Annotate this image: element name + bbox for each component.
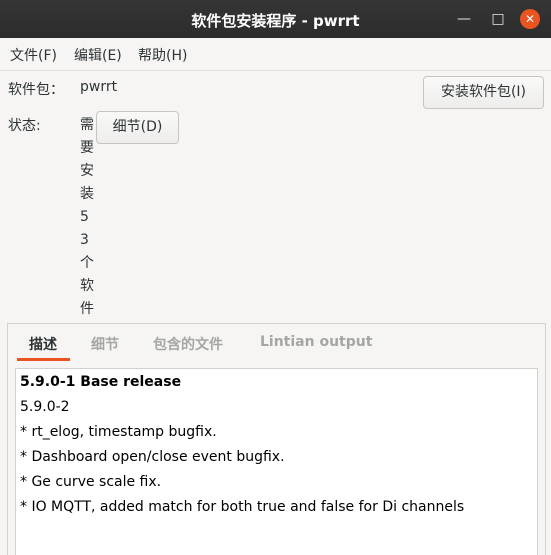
active-tab-indicator bbox=[17, 358, 70, 361]
title-bar[interactable]: 软件包安装程序 - pwrrt — □ ✕ bbox=[0, 0, 551, 38]
description-line: * IO MQTT, added match for both true and… bbox=[20, 499, 465, 515]
tab-details[interactable]: 细节 bbox=[91, 334, 119, 354]
menu-edit[interactable]: 编辑(E) bbox=[74, 45, 122, 65]
description-textview[interactable]: 5.9.0-1 Base release 5.9.0-2 * rt_elog, … bbox=[15, 368, 538, 555]
tab-bar: 描述 细节 包含的文件 Lintian output bbox=[8, 324, 545, 362]
status-label: 状态: bbox=[8, 118, 41, 134]
menu-help[interactable]: 帮助(H) bbox=[138, 45, 187, 65]
description-line: 5.9.0-2 bbox=[20, 399, 70, 415]
menu-bar: 文件(F) 编辑(E) 帮助(H) bbox=[0, 38, 551, 71]
tab-included-files[interactable]: 包含的文件 bbox=[153, 334, 223, 354]
description-line: * rt_elog, timestamp bugfix. bbox=[20, 424, 217, 440]
description-line: * Ge curve scale fix. bbox=[20, 474, 162, 490]
package-label: 软件包： bbox=[8, 82, 64, 98]
tab-lintian-output[interactable]: Lintian output bbox=[260, 334, 372, 350]
info-notebook: 描述 细节 包含的文件 Lintian output 5.9.0-1 Base … bbox=[7, 323, 546, 555]
package-name: pwrrt bbox=[80, 79, 118, 95]
description-line: 5.9.0-1 Base release bbox=[20, 374, 182, 390]
menu-file[interactable]: 文件(F) bbox=[10, 45, 57, 65]
package-installer-window: 软件包安装程序 - pwrrt — □ ✕ 文件(F) 编辑(E) 帮助(H) … bbox=[0, 0, 551, 555]
details-button[interactable]: 细节(D) bbox=[96, 111, 179, 144]
tab-description[interactable]: 描述 bbox=[29, 334, 57, 354]
install-package-button[interactable]: 安装软件包(I) bbox=[423, 76, 544, 109]
status-text: 需要安装53个软件包 bbox=[80, 117, 94, 340]
minimize-icon[interactable]: — bbox=[454, 9, 474, 29]
description-line: * Dashboard open/close event bugfix. bbox=[20, 449, 285, 465]
close-icon[interactable]: ✕ bbox=[520, 9, 540, 29]
maximize-icon[interactable]: □ bbox=[488, 9, 508, 29]
